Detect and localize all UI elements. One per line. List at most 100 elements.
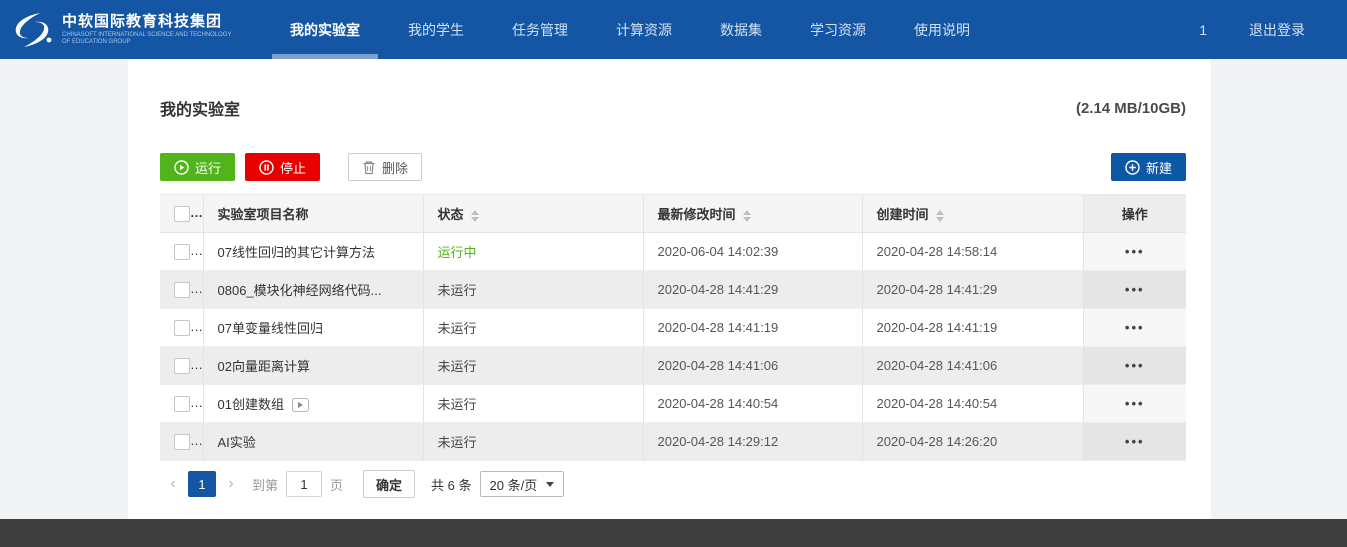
nav-item-computing-resources[interactable]: 计算资源 (592, 0, 696, 59)
create-button[interactable]: 新建 (1111, 153, 1186, 181)
created-time: 2020-04-28 14:41:06 (862, 347, 1083, 385)
table-row: 01创建数组 未运行 2020-04-28 14:40:54 2020-04-2… (160, 385, 1186, 423)
delete-button[interactable]: 删除 (348, 153, 422, 181)
nav-item-learning-resources[interactable]: 学习资源 (786, 0, 890, 59)
project-name-text[interactable]: 01创建数组 (218, 397, 284, 412)
page-size-value: 20 条/页 (490, 475, 538, 494)
status-badge: 运行中 (423, 233, 643, 271)
prev-page-button[interactable]: ‹ (160, 471, 186, 497)
sort-icon[interactable] (936, 210, 944, 222)
logo-text: 中软国际教育科技集团 CHINASOFT INTERNATIONAL SCIEN… (62, 13, 232, 46)
column-header-status[interactable]: 状态 (423, 195, 643, 233)
pagination: ‹ 1 › 到第 页 确定 共 6 条 20 条/页 (160, 470, 1186, 498)
status-badge: 未运行 (423, 271, 643, 309)
modified-time: 2020-04-28 14:29:12 (643, 423, 862, 461)
status-badge: 未运行 (423, 347, 643, 385)
modified-time: 2020-04-28 14:41:29 (643, 271, 862, 309)
project-name[interactable]: 07线性回归的其它计算方法 (203, 233, 423, 271)
created-time: 2020-04-28 14:58:14 (862, 233, 1083, 271)
sort-icon[interactable] (471, 210, 479, 222)
row-actions-menu[interactable]: ••• (1125, 320, 1145, 335)
page-footer (0, 519, 1347, 547)
pause-icon (259, 160, 274, 175)
column-header-name: 实验室项目名称 (203, 195, 423, 233)
status-badge: 未运行 (423, 309, 643, 347)
project-name[interactable]: 07单变量线性回归 (203, 309, 423, 347)
goto-page-input[interactable] (286, 471, 322, 497)
lab-projects-table: 实验室项目名称 状态 最新修改时间 创建时间 操作 07线性回归的其它计算方法 … (160, 194, 1186, 461)
table-row: 07线性回归的其它计算方法 运行中 2020-06-04 14:02:39 20… (160, 233, 1186, 271)
column-header-created[interactable]: 创建时间 (862, 195, 1083, 233)
project-name[interactable]: 01创建数组 (203, 385, 423, 423)
row-actions-menu[interactable]: ••• (1125, 358, 1145, 373)
confirm-page-button[interactable]: 确定 (363, 470, 415, 498)
created-time: 2020-04-28 14:26:20 (862, 423, 1083, 461)
total-count-label: 共 6 条 (431, 475, 471, 494)
created-time: 2020-04-28 14:40:54 (862, 385, 1083, 423)
nav-item-datasets[interactable]: 数据集 (696, 0, 786, 59)
modified-time: 2020-04-28 14:41:06 (643, 347, 862, 385)
create-button-label: 新建 (1146, 158, 1172, 177)
row-checkbox[interactable] (174, 396, 190, 412)
stop-button-label: 停止 (280, 158, 306, 177)
goto-page-suffix: 页 (330, 475, 343, 494)
table-row: 07单变量线性回归 未运行 2020-04-28 14:41:19 2020-0… (160, 309, 1186, 347)
goto-page-prefix: 到第 (252, 475, 278, 494)
row-checkbox[interactable] (174, 320, 190, 336)
toolbar: 运行 停止 删除 (160, 153, 1186, 181)
row-actions-menu[interactable]: ••• (1125, 434, 1145, 449)
project-name[interactable]: AI实验 (203, 423, 423, 461)
chevron-down-icon (546, 482, 554, 487)
select-all-checkbox[interactable] (174, 206, 190, 222)
table-row: 0806_模块化神经网络代码... 未运行 2020-04-28 14:41:2… (160, 271, 1186, 309)
plus-circle-icon (1125, 160, 1140, 175)
nav-item-task-management[interactable]: 任务管理 (488, 0, 592, 59)
row-checkbox[interactable] (174, 282, 190, 298)
nav-right: 1 退出登录 (1199, 20, 1347, 40)
logout-link[interactable]: 退出登录 (1249, 20, 1305, 40)
status-badge: 未运行 (423, 385, 643, 423)
page-header: 我的实验室 (2.14 MB/10GB) (160, 59, 1186, 120)
modified-time: 2020-04-28 14:40:54 (643, 385, 862, 423)
logo-title: 中软国际教育科技集团 (62, 13, 232, 30)
row-checkbox[interactable] (174, 434, 190, 450)
trash-icon (362, 160, 376, 175)
nav-item-my-students[interactable]: 我的学生 (384, 0, 488, 59)
table-header-row: 实验室项目名称 状态 最新修改时间 创建时间 操作 (160, 195, 1186, 233)
delete-button-label: 删除 (382, 158, 408, 177)
play-icon (174, 160, 189, 175)
storage-usage: (2.14 MB/10GB) (1076, 100, 1186, 117)
column-header-modified[interactable]: 最新修改时间 (643, 195, 862, 233)
sort-icon[interactable] (743, 210, 751, 222)
logo-subtitle: CHINASOFT INTERNATIONAL SCIENCE AND TECH… (62, 32, 232, 46)
page-title: 我的实验室 (160, 96, 240, 120)
stop-button[interactable]: 停止 (245, 153, 320, 181)
modified-time: 2020-06-04 14:02:39 (643, 233, 862, 271)
run-button[interactable]: 运行 (160, 153, 235, 181)
page-number-button[interactable]: 1 (188, 471, 216, 497)
main-content-card: 我的实验室 (2.14 MB/10GB) 运行 停止 (128, 59, 1211, 519)
next-page-button[interactable]: › (218, 471, 244, 497)
table-row: 02向量距离计算 未运行 2020-04-28 14:41:06 2020-04… (160, 347, 1186, 385)
nav-item-my-lab[interactable]: 我的实验室 (266, 0, 384, 59)
run-button-label: 运行 (195, 158, 221, 177)
video-tutorial-icon[interactable] (292, 398, 309, 412)
page-size-select[interactable]: 20 条/页 (480, 471, 565, 497)
project-name[interactable]: 02向量距离计算 (203, 347, 423, 385)
row-checkbox[interactable] (174, 358, 190, 374)
project-name[interactable]: 0806_模块化神经网络代码... (203, 271, 423, 309)
notification-count[interactable]: 1 (1199, 22, 1207, 38)
column-header-action: 操作 (1083, 195, 1186, 233)
nav-item-instructions[interactable]: 使用说明 (890, 0, 994, 59)
nav-items: 我的实验室 我的学生 任务管理 计算资源 数据集 学习资源 使用说明 (266, 0, 994, 59)
row-actions-menu[interactable]: ••• (1125, 282, 1145, 297)
row-checkbox[interactable] (174, 244, 190, 260)
row-actions-menu[interactable]: ••• (1125, 396, 1145, 411)
row-actions-menu[interactable]: ••• (1125, 244, 1145, 259)
status-badge: 未运行 (423, 423, 643, 461)
created-time: 2020-04-28 14:41:19 (862, 309, 1083, 347)
chinasoft-logo-icon (10, 10, 54, 50)
created-time: 2020-04-28 14:41:29 (862, 271, 1083, 309)
logo[interactable]: 中软国际教育科技集团 CHINASOFT INTERNATIONAL SCIEN… (0, 0, 250, 59)
table-row: AI实验 未运行 2020-04-28 14:29:12 2020-04-28 … (160, 423, 1186, 461)
